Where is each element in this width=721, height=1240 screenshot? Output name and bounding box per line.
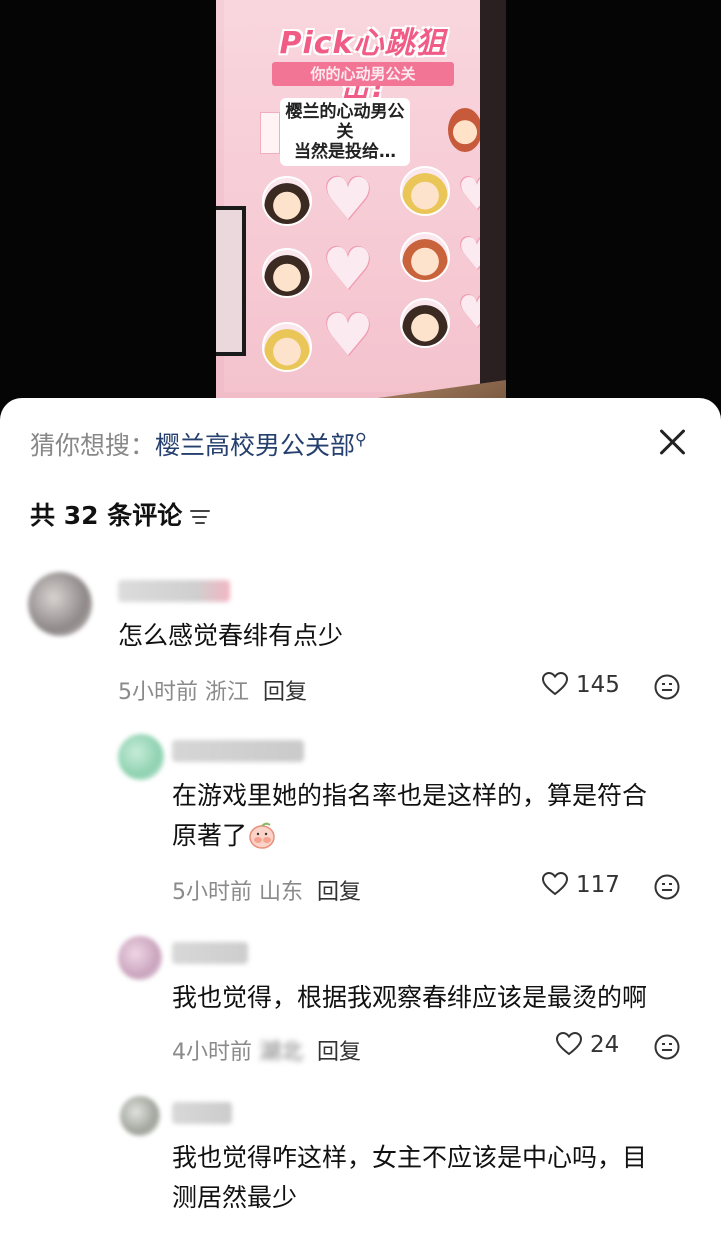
character-portrait	[262, 322, 312, 372]
suggest-keyword[interactable]: 樱兰高校男公关部	[155, 431, 355, 460]
close-button[interactable]	[654, 424, 690, 460]
username[interactable]	[118, 580, 230, 602]
comment-time: 5小时前	[172, 880, 252, 905]
like-count: 145	[576, 672, 620, 698]
like-count: 24	[590, 1032, 620, 1058]
comment-meta: 5小时前 浙江 回复	[118, 674, 307, 706]
avatar[interactable]	[28, 572, 92, 636]
avatar[interactable]	[118, 936, 162, 980]
heart-outline-icon	[542, 872, 568, 896]
poster-caption: 樱兰的心动男公关 当然是投给…	[280, 98, 410, 166]
like-button[interactable]: 145	[542, 672, 620, 698]
character-portrait	[400, 232, 450, 282]
comment-text: 我也觉得咋这样，女主不应该是中心吗，目 测居然最少	[172, 1143, 648, 1212]
username[interactable]	[172, 1102, 232, 1124]
peach-emoji-icon	[249, 822, 275, 849]
emoji-reaction-icon[interactable]	[654, 1034, 680, 1060]
comment-sheet: 猜你想搜：樱兰高校男公关部⚲ 共 32 条评论 怎么感觉春绯有点少 5小时前 浙…	[0, 398, 721, 1240]
sort-filter-icon[interactable]	[190, 509, 211, 525]
search-icon: ⚲	[355, 429, 367, 449]
comment-location: 浙江	[205, 680, 250, 705]
vote-heart: ♥	[322, 165, 374, 233]
wall-frame	[216, 206, 246, 356]
comment-text: 我也觉得，根据我观察春绯应该是最烫的啊	[172, 983, 648, 1012]
comment-location: 山东	[259, 880, 304, 905]
like-button[interactable]: 24	[556, 1032, 619, 1058]
suggest-label: 猜你想搜：	[30, 431, 156, 460]
emoji-reaction-icon[interactable]	[654, 874, 680, 900]
comment-count-label: 共 32 条评论	[30, 501, 183, 530]
post-image-area[interactable]: Pick心跳狙击! 你的心动男公关 樱兰的心动男公关 当然是投给… ♥ ♥ ♥ …	[0, 0, 721, 430]
poster-note-card	[260, 112, 280, 154]
wall-edge	[480, 0, 506, 430]
comment-meta: 5小时前 山东 回复	[172, 874, 361, 906]
heart-outline-icon	[542, 672, 568, 696]
like-count: 117	[576, 872, 620, 898]
comment-meta: 4小时前 湖北 回复	[172, 1034, 361, 1066]
comment-text: 在游戏里她的指名率也是这样的，算是符合 原著了	[172, 781, 648, 850]
post-photo[interactable]: Pick心跳狙击! 你的心动男公关 樱兰的心动男公关 当然是投给… ♥ ♥ ♥ …	[216, 0, 506, 430]
character-portrait	[262, 176, 312, 226]
search-suggestion[interactable]: 猜你想搜：樱兰高校男公关部⚲	[30, 426, 367, 462]
poster-banner: Pick心跳狙击! 你的心动男公关	[258, 12, 468, 105]
emoji-reaction-icon[interactable]	[654, 674, 680, 700]
comment-time: 5小时前	[118, 680, 198, 705]
comment-time: 4小时前	[172, 1040, 252, 1065]
character-portrait	[400, 166, 450, 216]
reply-button[interactable]: 回复	[317, 1040, 361, 1065]
vote-heart: ♥	[322, 301, 374, 369]
heart-outline-icon	[556, 1032, 582, 1056]
vote-heart: ♥	[322, 235, 374, 303]
reply-button[interactable]: 回复	[317, 880, 361, 905]
character-portrait	[400, 298, 450, 348]
avatar[interactable]	[118, 734, 164, 780]
username[interactable]	[172, 942, 248, 964]
like-button[interactable]: 117	[542, 872, 620, 898]
character-portrait	[262, 248, 312, 298]
poster: Pick心跳狙击! 你的心动男公关 樱兰的心动男公关 当然是投给… ♥ ♥ ♥ …	[224, 0, 497, 392]
reply-button[interactable]: 回复	[263, 680, 307, 705]
comment-count: 共 32 条评论	[30, 496, 211, 532]
comment-text: 怎么感觉春绯有点少	[118, 621, 344, 650]
username[interactable]	[172, 740, 304, 762]
poster-ribbon: 你的心动男公关	[272, 62, 454, 86]
comment-location: 湖北	[259, 1040, 304, 1065]
avatar[interactable]	[120, 1096, 160, 1136]
character-portrait-haruhi	[448, 108, 482, 152]
